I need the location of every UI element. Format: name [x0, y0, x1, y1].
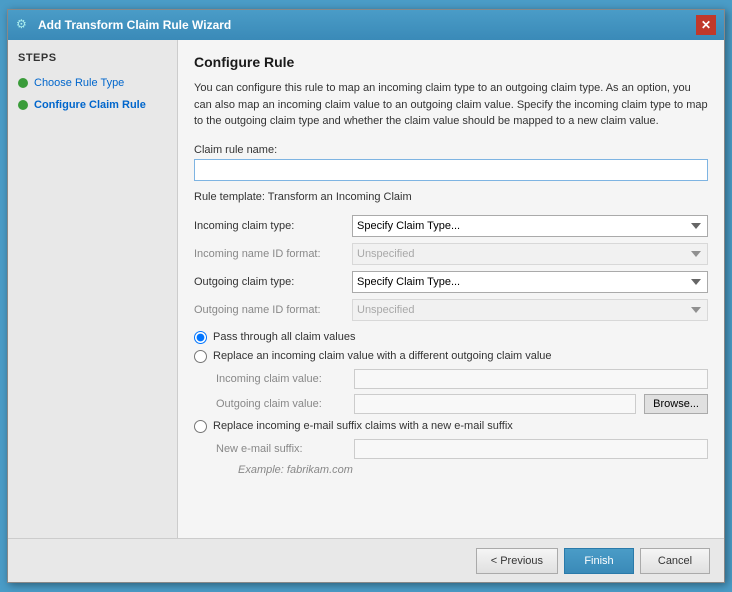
new-email-suffix-row: New e-mail suffix:: [216, 439, 708, 459]
cancel-button[interactable]: Cancel: [640, 548, 710, 574]
radio-item-replace-value: Replace an incoming claim value with a d…: [194, 350, 708, 363]
outgoing-claim-type-select[interactable]: Specify Claim Type...: [352, 271, 708, 293]
sidebar-item-choose-rule-type[interactable]: Choose Rule Type: [18, 74, 167, 92]
sidebar-item-label-configure-claim-rule: Configure Claim Rule: [34, 99, 146, 111]
incoming-claim-type-label: Incoming claim type:: [194, 220, 344, 232]
outgoing-claim-type-label: Outgoing claim type:: [194, 276, 344, 288]
footer: < Previous Finish Cancel: [8, 538, 724, 582]
example-text: Example: fabrikam.com: [238, 464, 708, 476]
incoming-claim-type-select[interactable]: Specify Claim Type...: [352, 215, 708, 237]
radio-replace-suffix[interactable]: [194, 420, 207, 433]
radio-item-pass-through: Pass through all claim values: [194, 331, 708, 344]
browse-button[interactable]: Browse...: [644, 394, 708, 414]
outgoing-claim-value-label: Outgoing claim value:: [216, 398, 346, 410]
outgoing-claim-value-row: Outgoing claim value: Browse...: [216, 394, 708, 414]
incoming-name-id-format-label: Incoming name ID format:: [194, 248, 344, 260]
incoming-claim-value-input[interactable]: [354, 369, 708, 389]
sidebar-item-configure-claim-rule[interactable]: Configure Claim Rule: [18, 96, 167, 114]
title-bar: ⚙ Add Transform Claim Rule Wizard ✕: [8, 10, 724, 40]
radio-replace-suffix-label[interactable]: Replace incoming e-mail suffix claims wi…: [213, 420, 513, 432]
radio-item-replace-suffix: Replace incoming e-mail suffix claims wi…: [194, 420, 708, 433]
outgoing-claim-type-row: Outgoing claim type: Specify Claim Type.…: [194, 271, 708, 293]
incoming-claim-type-row: Incoming claim type: Specify Claim Type.…: [194, 215, 708, 237]
sidebar-title: Steps: [18, 52, 167, 64]
claim-rule-name-label: Claim rule name:: [194, 144, 708, 156]
radio-group: Pass through all claim values Replace an…: [194, 331, 708, 476]
main-panel: Configure Rule You can configure this ru…: [178, 40, 724, 538]
rule-template-label: Rule template: Transform an Incoming Cla…: [194, 191, 708, 203]
close-button[interactable]: ✕: [696, 15, 716, 35]
sidebar: Steps Choose Rule Type Configure Claim R…: [8, 40, 178, 538]
window-icon: ⚙: [16, 17, 32, 33]
radio-pass-through-label[interactable]: Pass through all claim values: [213, 331, 355, 343]
outgoing-name-id-format-label: Outgoing name ID format:: [194, 304, 344, 316]
sidebar-item-label-choose-rule-type: Choose Rule Type: [34, 77, 124, 89]
sub-form-replace-value: Incoming claim value: Outgoing claim val…: [216, 369, 708, 414]
radio-replace-value[interactable]: [194, 350, 207, 363]
new-email-suffix-input[interactable]: [354, 439, 708, 459]
sidebar-dot-choose-rule-type: [18, 78, 28, 88]
claim-rule-name-input[interactable]: [194, 159, 708, 181]
page-title: Configure Rule: [194, 54, 708, 70]
incoming-claim-value-label: Incoming claim value:: [216, 373, 346, 385]
content-area: Steps Choose Rule Type Configure Claim R…: [8, 40, 724, 538]
sidebar-dot-configure-claim-rule: [18, 100, 28, 110]
incoming-claim-value-row: Incoming claim value:: [216, 369, 708, 389]
outgoing-name-id-format-select[interactable]: Unspecified: [352, 299, 708, 321]
sub-form-replace-suffix: New e-mail suffix: Example: fabrikam.com: [216, 439, 708, 476]
window-title: Add Transform Claim Rule Wizard: [38, 18, 231, 32]
radio-pass-through[interactable]: [194, 331, 207, 344]
radio-replace-value-label[interactable]: Replace an incoming claim value with a d…: [213, 350, 552, 362]
new-email-suffix-label: New e-mail suffix:: [216, 443, 346, 455]
incoming-name-id-format-select[interactable]: Unspecified: [352, 243, 708, 265]
outgoing-name-id-format-row: Outgoing name ID format: Unspecified: [194, 299, 708, 321]
previous-button[interactable]: < Previous: [476, 548, 558, 574]
window: ⚙ Add Transform Claim Rule Wizard ✕ Step…: [7, 9, 725, 583]
claim-rule-name-group: Claim rule name:: [194, 144, 708, 181]
outgoing-claim-value-input[interactable]: [354, 394, 636, 414]
description: You can configure this rule to map an in…: [194, 80, 708, 130]
incoming-name-id-format-row: Incoming name ID format: Unspecified: [194, 243, 708, 265]
finish-button[interactable]: Finish: [564, 548, 634, 574]
